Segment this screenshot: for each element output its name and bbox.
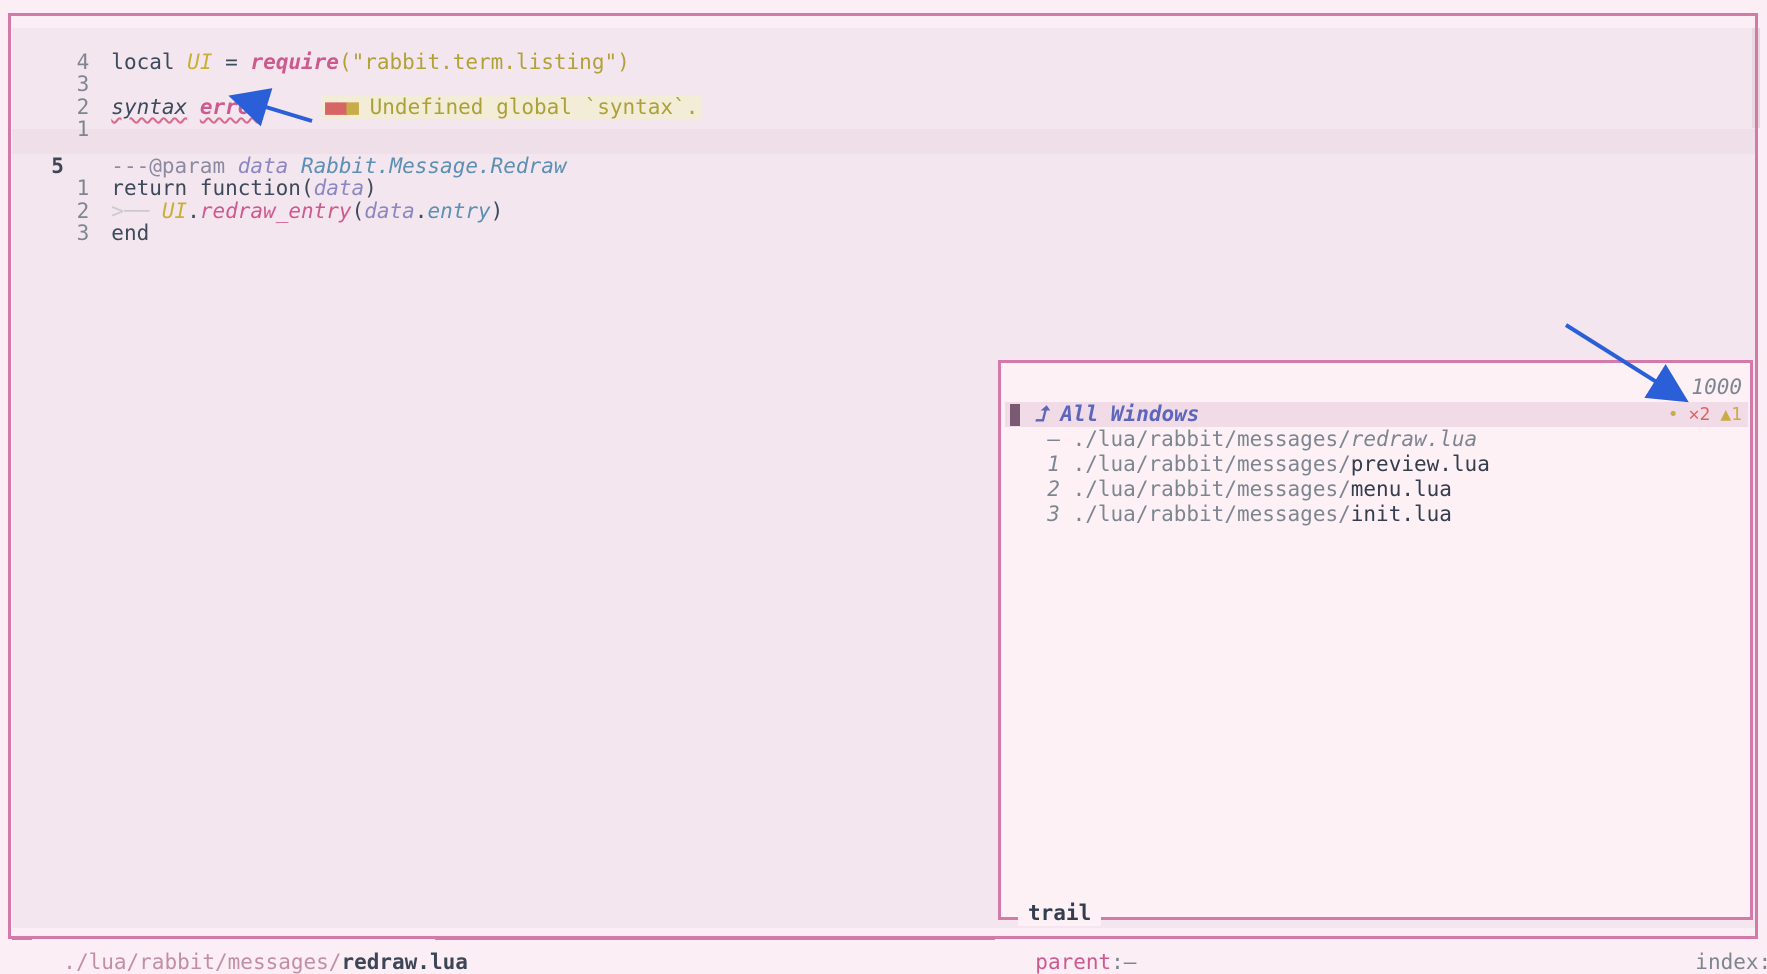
status-divider (12, 937, 32, 940)
paren: ( (351, 199, 365, 223)
paren: ) (490, 199, 504, 223)
code-line[interactable]: 4 local UI = require("rabbit.term.listing… (12, 25, 630, 74)
status-file-name: redraw.lua (341, 950, 468, 974)
code-line[interactable]: 1 return function(data) (12, 151, 377, 200)
arg-data: data (364, 199, 415, 223)
keyword-end: end (111, 221, 150, 245)
code-line[interactable]: 3 end (12, 196, 150, 245)
dot: . (414, 199, 428, 223)
diagnostic-badges: • ✕2 ▲1 (1668, 402, 1742, 427)
diagnostic-virtual-text: ■■■ Undefined global `syntax`. (321, 95, 703, 119)
entry-count: 1000 (1691, 375, 1742, 399)
code-line[interactable]: 1 (12, 92, 90, 141)
entry-dir: ./lua/rabbit/messages/ (1072, 502, 1351, 526)
parent-value: :– (1111, 950, 1137, 974)
status-file-dir: ./lua/rabbit/messages/ (63, 950, 342, 974)
list-item[interactable]: 3 ./lua/rabbit/messages/init.lua (1022, 477, 1452, 526)
list-item[interactable]: 2 ./lua/rabbit/messages/menu.lua (1022, 452, 1452, 501)
code-line[interactable]: 3 (12, 47, 90, 96)
error-square-icons: ■■ (325, 95, 348, 119)
diagnostic-message: Undefined global `syntax`. (369, 95, 699, 119)
index-indicator: index:? (1695, 950, 1767, 974)
modified-dot-icon: • (1667, 404, 1679, 425)
warning-count-badge: ▲1 (1720, 404, 1742, 425)
window-footer-title: trail (1018, 901, 1102, 926)
entry-file: init.lua (1350, 502, 1452, 526)
window-header: ⮥ All Windows (1010, 377, 1199, 426)
statusline-parent: parent:– (1010, 926, 1136, 974)
line-number: 3 (76, 221, 90, 245)
error-token-syntax[interactable]: syntax (111, 95, 187, 119)
dot: . (187, 199, 200, 223)
list-item[interactable]: 1 ./lua/rabbit/messages/preview.lua (1022, 427, 1490, 476)
statusline-index: index:? (1670, 926, 1767, 974)
error-token-error[interactable]: error (200, 95, 263, 119)
status-divider (435, 937, 995, 940)
entry-index: 3 (1047, 502, 1060, 526)
parent-label: parent (1035, 950, 1112, 974)
error-count-badge: ✕2 (1688, 404, 1711, 425)
method-redraw-entry: redraw_entry (199, 199, 352, 223)
code-line[interactable]: 2 syntax error ■■■ Undefined global `synta… (12, 70, 703, 119)
statusline-file: ./lua/rabbit/messages/redraw.lua (38, 926, 468, 974)
variable-ui: UI (161, 199, 188, 223)
warning-square-icon: ■ (346, 95, 359, 119)
field-entry: entry (427, 199, 491, 223)
list-item[interactable]: – ./lua/rabbit/messages/redraw.lua (1022, 402, 1477, 451)
